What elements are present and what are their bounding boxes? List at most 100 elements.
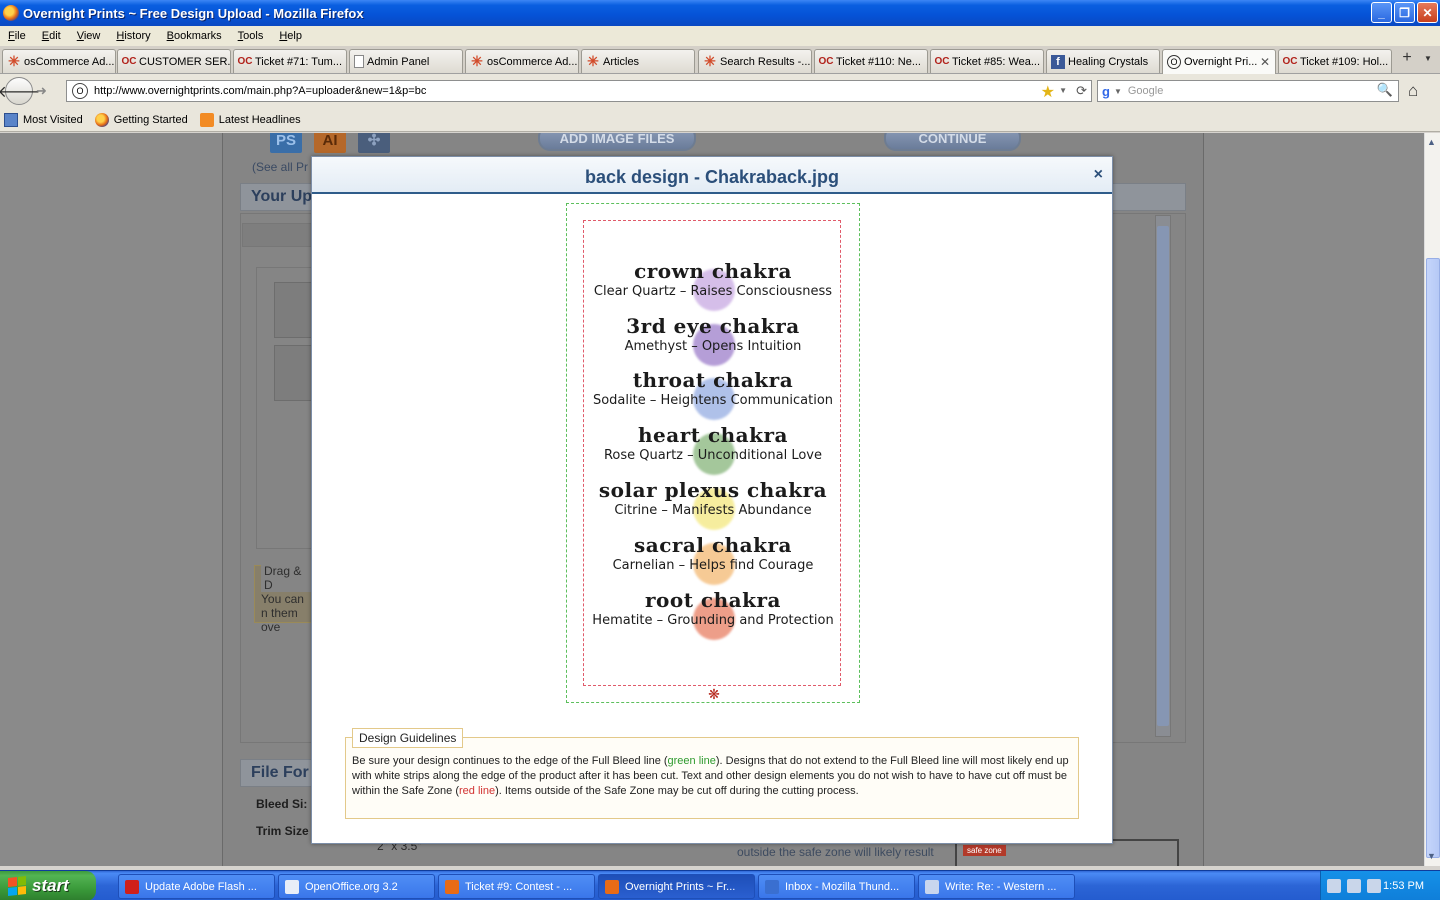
page-scrollbar[interactable]: ▲ ▼ xyxy=(1424,133,1440,866)
menu-bookmarks[interactable]: Bookmarks xyxy=(159,30,230,42)
lotus-ornament-icon: ❋ xyxy=(708,686,720,702)
maximize-button[interactable]: ❐ xyxy=(1394,2,1415,23)
tab-customer-service[interactable]: OC CUSTOMER SER... xyxy=(117,49,231,73)
oc-icon: OC xyxy=(121,56,137,67)
close-tab-icon[interactable]: ✕ xyxy=(1260,55,1270,69)
see-all-link[interactable]: (See all Pr xyxy=(252,160,308,174)
windows-logo-icon xyxy=(8,876,26,896)
bookmark-latest-headlines[interactable]: Latest Headlines xyxy=(196,112,301,127)
continue-button[interactable]: CONTINUE xyxy=(884,133,1021,151)
chakra-description: Clear Quartz – Raises Consciousness xyxy=(593,284,833,299)
scroll-down-icon[interactable]: ▼ xyxy=(1427,851,1436,861)
search-engine-dropdown-icon[interactable]: ▼ xyxy=(1114,87,1122,96)
back-arrow-icon: 🡐 xyxy=(0,83,41,101)
taskbar-item-thunderbird[interactable]: Inbox - Mozilla Thund... xyxy=(758,874,915,899)
menu-history[interactable]: History xyxy=(108,30,158,42)
scroll-up-icon[interactable]: ▲ xyxy=(1427,137,1436,147)
task-icon xyxy=(925,879,939,894)
menu-file[interactable]: File xyxy=(0,30,34,42)
task-icon xyxy=(445,879,459,894)
tab-list-icon[interactable]: ▼ xyxy=(1424,54,1432,63)
task-label: Ticket #9: Contest - ... xyxy=(465,880,573,893)
chakra-third-eye: 3rd eye chakra Amethyst – Opens Intuitio… xyxy=(566,314,860,366)
tray-network-icon[interactable] xyxy=(1347,879,1361,893)
tab-overnight-prints[interactable]: O Overnight Pri... ✕ xyxy=(1162,49,1276,74)
bookmark-star-icon[interactable]: ★ xyxy=(1041,82,1055,102)
search-placeholder[interactable]: Google xyxy=(1128,85,1163,97)
task-icon xyxy=(605,879,619,894)
new-tab-button[interactable]: + xyxy=(1396,49,1418,73)
url-bar[interactable]: O http://www.overnightprints.com/main.ph… xyxy=(66,80,1092,102)
reload-icon[interactable]: ⟳ xyxy=(1076,83,1087,99)
indesign-icon: ✣ xyxy=(358,133,390,153)
start-button[interactable]: start xyxy=(0,871,96,900)
add-image-files-button[interactable]: ADD IMAGE FILES xyxy=(538,133,696,151)
home-button[interactable]: ⌂ xyxy=(1408,81,1418,101)
url-dropdown-icon[interactable]: ▼ xyxy=(1059,86,1067,95)
bookmark-most-visited[interactable]: Most Visited xyxy=(0,112,83,127)
tab-ticket-110[interactable]: OC Ticket #110: Ne... xyxy=(814,49,928,73)
page-scrollbar-thumb[interactable] xyxy=(1426,258,1440,858)
tab-articles[interactable]: ✳ Articles xyxy=(581,49,695,73)
modal-close-button[interactable]: × xyxy=(1094,166,1103,184)
taskbar-item-openoffice[interactable]: OpenOffice.org 3.2 xyxy=(278,874,435,899)
drag-drop-legend: Drag & D xyxy=(261,564,313,592)
window-controls: _ ❐ ✕ xyxy=(1371,2,1438,23)
chakra-name: root chakra xyxy=(645,588,781,612)
system-tray: 1:53 PM xyxy=(1320,871,1440,900)
tray-volume-icon[interactable] xyxy=(1367,879,1381,893)
close-window-button[interactable]: ✕ xyxy=(1417,2,1438,23)
oc-icon: OC xyxy=(237,56,253,67)
design-guidelines-box: Design Guidelines Be sure your design co… xyxy=(345,728,1079,819)
clock: 1:53 PM xyxy=(1383,880,1424,892)
forward-button[interactable]: ➜ xyxy=(36,83,47,99)
menu-tools[interactable]: Tools xyxy=(230,30,272,42)
tab-search-results[interactable]: ✳ Search Results -... xyxy=(698,49,812,73)
site-identity-icon[interactable]: O xyxy=(72,83,88,99)
menu-edit[interactable]: Edit xyxy=(34,30,69,42)
task-icon xyxy=(765,879,779,894)
search-bar[interactable]: g ▼ Google 🔍 xyxy=(1097,80,1399,102)
google-icon[interactable]: g xyxy=(1102,84,1110,99)
design-guidelines-label: Design Guidelines xyxy=(352,728,464,748)
firefox-icon xyxy=(3,5,19,21)
tab-admin-panel[interactable]: Admin Panel xyxy=(349,49,463,73)
photoshop-icon: PS xyxy=(270,133,302,153)
chakra-description: Citrine – Manifests Abundance xyxy=(614,503,812,518)
green-line-text: green line xyxy=(667,755,716,767)
tab-ticket-109[interactable]: OC Ticket #109: Hol... xyxy=(1278,49,1392,73)
modal-header: back design - Chakraback.jpg × xyxy=(312,157,1112,194)
tab-healing-crystals[interactable]: f Healing Crystals xyxy=(1046,49,1160,73)
tab-oscommerce-1[interactable]: ✳ osCommerce Ad... xyxy=(2,49,116,73)
task-label: Update Adobe Flash ... xyxy=(145,880,257,893)
taskbar-item-write-reply[interactable]: Write: Re: - Western ... xyxy=(918,874,1075,899)
tab-label: osCommerce Ad... xyxy=(487,55,578,68)
tab-ticket-71[interactable]: OC Ticket #71: Tum... xyxy=(233,49,347,73)
oc-icon: OC xyxy=(934,56,950,67)
oc-icon: OC xyxy=(1282,56,1298,67)
taskbar-item-adobe-flash[interactable]: Update Adobe Flash ... xyxy=(118,874,275,899)
task-label: Inbox - Mozilla Thund... xyxy=(785,880,900,893)
navigation-toolbar: 🡐 ➜ O http://www.overnightprints.com/mai… xyxy=(0,74,1440,108)
tab-label: osCommerce Ad... xyxy=(24,55,115,68)
tray-expand-icon[interactable] xyxy=(1327,879,1341,893)
chakra-root: root chakra Hematite – Grounding and Pro… xyxy=(566,588,860,640)
tab-label: Ticket #110: Ne... xyxy=(836,55,921,68)
window-title-bar: Overnight Prints ~ Free Design Upload - … xyxy=(0,0,1440,26)
search-icon[interactable]: 🔍 xyxy=(1377,82,1393,98)
url-text[interactable]: http://www.overnightprints.com/main.php?… xyxy=(94,85,426,97)
start-label: start xyxy=(32,876,69,895)
menu-view[interactable]: View xyxy=(69,30,109,42)
menu-help[interactable]: Help xyxy=(271,30,310,42)
uploads-scrollbar-thumb[interactable] xyxy=(1157,226,1169,726)
chakra-name: throat chakra xyxy=(632,368,794,392)
bookmark-getting-started[interactable]: Getting Started xyxy=(91,112,188,127)
back-button[interactable]: 🡐 xyxy=(0,77,40,105)
taskbar-item-ticket-9[interactable]: Ticket #9: Contest - ... xyxy=(438,874,595,899)
chakra-description: Amethyst – Opens Intuition xyxy=(624,339,802,354)
tab-ticket-85[interactable]: OC Ticket #85: Wea... xyxy=(930,49,1044,73)
taskbar-item-overnight-prints[interactable]: Overnight Prints ~ Fr... xyxy=(598,874,755,899)
minimize-button[interactable]: _ xyxy=(1371,2,1392,23)
tab-oscommerce-2[interactable]: ✳ osCommerce Ad... xyxy=(465,49,579,73)
uploads-scrollbar[interactable] xyxy=(1155,215,1171,737)
